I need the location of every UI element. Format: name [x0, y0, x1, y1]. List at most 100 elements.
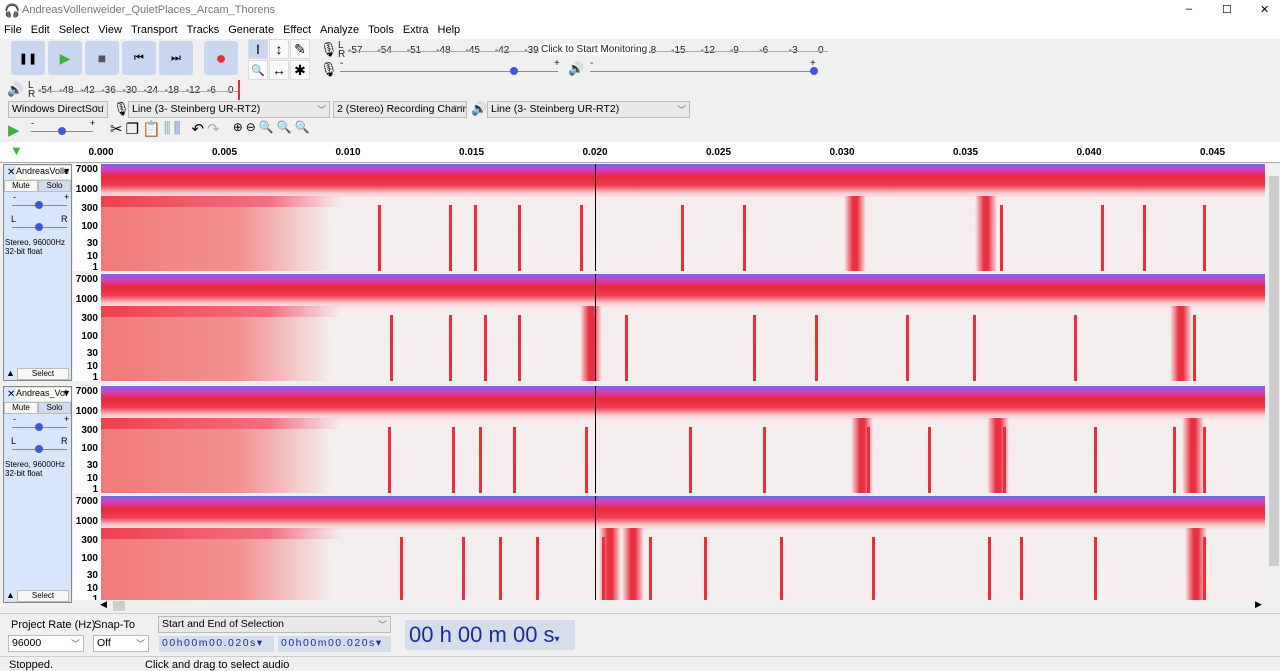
play-button[interactable]: ▶: [48, 41, 82, 75]
scroll-left-icon[interactable]: ◀: [100, 599, 107, 610]
select-track-button[interactable]: Select: [17, 368, 69, 380]
selection-end-time[interactable]: 00h00m00.020s▾: [278, 636, 391, 652]
record-volume-knob[interactable]: [510, 67, 519, 75]
selection-mode-select[interactable]: Start and End of Selection ﹀: [158, 616, 391, 633]
close-track-icon[interactable]: ✕: [7, 167, 15, 178]
vertical-scrollbar[interactable]: [1268, 164, 1280, 600]
menu-tracks[interactable]: Tracks: [183, 22, 225, 39]
menu-tools[interactable]: Tools: [364, 22, 399, 39]
output-device-select[interactable]: Line (3- Steinberg UR-RT2) ﹀: [487, 101, 690, 118]
solo-button[interactable]: Solo: [38, 180, 71, 192]
silence-icon[interactable]: ⫼: [174, 120, 181, 138]
zoom-tool[interactable]: 🔍: [248, 60, 268, 80]
maximize-button[interactable]: ☐: [1222, 3, 1232, 16]
transient-line: [399, 536, 403, 603]
playback-volume-knob[interactable]: [810, 67, 818, 75]
cut-icon[interactable]: ✂: [110, 120, 123, 138]
monitoring-hint[interactable]: Click to Start Monitoring: [539, 44, 650, 55]
collapse-track-icon[interactable]: ▲: [6, 590, 15, 600]
multi-tool[interactable]: ✱: [290, 60, 310, 80]
menu-select[interactable]: Select: [55, 22, 95, 39]
transient-line: [387, 426, 391, 493]
pan-knob[interactable]: [35, 223, 43, 231]
trim-icon[interactable]: ⫼: [164, 120, 171, 138]
menu-effect[interactable]: Effect: [279, 22, 316, 39]
slider-min: -: [340, 58, 344, 69]
gain-knob[interactable]: [35, 201, 43, 209]
playback-meter[interactable]: 🔊 L R -54-48-42-36-30-24-18-12-60: [5, 80, 243, 100]
paste-icon[interactable]: 📋: [142, 120, 161, 138]
pause-button[interactable]: ❚❚: [11, 41, 45, 75]
track-name-menu[interactable]: AndreasVolle ▼: [16, 166, 71, 179]
project-rate-select[interactable]: 96000 ﹀: [8, 635, 84, 652]
stop-button[interactable]: ■: [85, 41, 119, 75]
scroll-right-icon[interactable]: ▶: [1255, 599, 1262, 610]
copy-icon[interactable]: ❐: [126, 120, 139, 138]
fit-selection-icon[interactable]: 🔍: [259, 120, 274, 138]
select-track-button[interactable]: Select: [17, 590, 69, 602]
selection-tool[interactable]: I: [248, 39, 268, 59]
zoom-in-icon[interactable]: ⊕: [233, 120, 243, 138]
solo-button[interactable]: Solo: [38, 402, 71, 414]
pencil-icon: ✎: [294, 40, 306, 57]
menu-transport[interactable]: Transport: [127, 22, 183, 39]
menu-extra[interactable]: Extra: [399, 22, 434, 39]
spectrogram-channel[interactable]: [101, 164, 1265, 271]
gain-knob[interactable]: [35, 423, 43, 431]
frequency-label: 300: [81, 535, 98, 546]
spectrogram-channel[interactable]: [101, 274, 1265, 381]
record-volume-slider[interactable]: [340, 71, 558, 72]
track-name: AndreasVolle: [16, 166, 70, 176]
channels-select[interactable]: 2 (Stereo) Recording Chanr ﹀: [333, 101, 467, 118]
mute-button[interactable]: Mute: [4, 402, 38, 414]
spectrogram-channel[interactable]: [101, 386, 1265, 493]
undo-icon[interactable]: ↶: [192, 120, 205, 138]
close-track-icon[interactable]: ✕: [7, 389, 15, 400]
menu-generate[interactable]: Generate: [224, 22, 279, 39]
transient-line: [1143, 204, 1147, 271]
fit-project-icon[interactable]: 🔍: [277, 120, 292, 138]
mid-frequency-energy: [101, 528, 341, 539]
zoom-out-icon[interactable]: ⊖: [246, 120, 256, 138]
menu-edit[interactable]: Edit: [27, 22, 55, 39]
pan-knob[interactable]: [35, 445, 43, 453]
collapse-track-icon[interactable]: ▲: [6, 368, 15, 378]
close-button[interactable]: ✕: [1260, 3, 1269, 16]
ruler-label: 0.040: [1076, 147, 1102, 158]
spectrogram-channel[interactable]: [101, 496, 1265, 603]
timeshift-tool[interactable]: ↔: [269, 60, 289, 80]
transient-band: [579, 306, 602, 381]
redo-icon[interactable]: ↷: [207, 120, 220, 138]
audio-position-time[interactable]: 00 h 00 m 00 s▾: [405, 620, 575, 650]
minimize-button[interactable]: –: [1186, 3, 1192, 15]
transient-line: [478, 426, 482, 493]
vertical-scroll-thumb[interactable]: [1269, 176, 1279, 566]
envelope-icon: ↕: [275, 41, 283, 57]
horizontal-scrollbar[interactable]: ◀ ▶: [73, 599, 1268, 612]
skip-end-button[interactable]: ⏭: [159, 41, 193, 75]
play-speed-knob[interactable]: [58, 127, 66, 135]
play-speed-slider[interactable]: - +: [30, 118, 96, 138]
pan-right-label: R: [61, 214, 68, 224]
skip-start-button[interactable]: ⏮: [122, 41, 156, 75]
menu-view[interactable]: View: [94, 22, 127, 39]
record-meter[interactable]: 🎙 L R -57-54-51-48-45-42-39-34-21-18-15-…: [318, 40, 830, 60]
mute-button[interactable]: Mute: [4, 180, 38, 192]
zoom-toggle-icon[interactable]: 🔍: [295, 120, 310, 138]
menu-file[interactable]: File: [0, 22, 27, 39]
horizontal-scroll-thumb[interactable]: [113, 601, 125, 611]
host-select[interactable]: Windows DirectSou ﹀: [8, 101, 108, 118]
chevron-down-icon: ﹀: [453, 105, 463, 115]
play-at-speed-button[interactable]: ▶: [8, 121, 20, 139]
playback-volume-slider[interactable]: [590, 71, 814, 72]
envelope-tool[interactable]: ↕: [269, 39, 289, 59]
record-button[interactable]: ●: [204, 41, 238, 75]
selection-start-time[interactable]: 00h00m00.020s▾: [159, 636, 274, 652]
menu-analyze[interactable]: Analyze: [316, 22, 364, 39]
track-name-menu[interactable]: Andreas_Vol ▼: [16, 388, 71, 401]
draw-tool[interactable]: ✎: [290, 39, 310, 59]
menu-help[interactable]: Help: [434, 22, 466, 39]
snap-to-select[interactable]: Off ﹀: [93, 635, 149, 652]
play-head-icon[interactable]: ▼: [10, 143, 23, 158]
input-device-select[interactable]: Line (3- Steinberg UR-RT2) ﹀: [128, 101, 330, 118]
